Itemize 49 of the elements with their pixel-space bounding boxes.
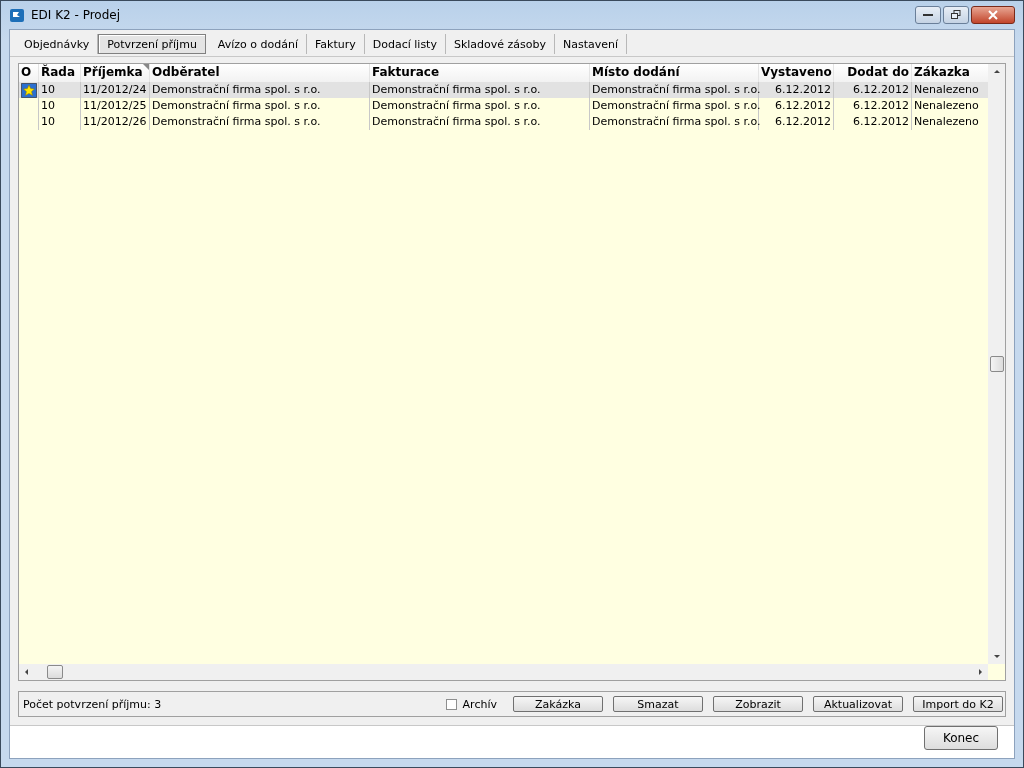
table-cell: 10 [39,82,81,98]
close-button[interactable] [971,6,1015,24]
table-cell: 6.12.2012 [759,82,834,98]
table-cell: 10 [39,98,81,114]
close-icon [988,10,998,20]
table-cell: Demonstrační firma spol. s r.o. [590,114,759,130]
archive-checkbox[interactable]: Archív [445,697,497,711]
table-cell: Demonstrační firma spol. s r.o. [370,82,590,98]
action-button[interactable]: Zobrazit [713,696,803,712]
table-cell: Demonstrační firma spol. s r.o. [370,114,590,130]
table-cell: 11/2012/25 [81,98,150,114]
action-button[interactable]: Aktualizovat [813,696,903,712]
tab[interactable]: Faktury [307,34,365,54]
app-icon [9,7,25,23]
table-cell: Demonstrační firma spol. s r.o. [370,98,590,114]
restore-icon [951,10,961,20]
minimize-icon [923,13,933,17]
table-cell: 6.12.2012 [759,114,834,130]
table-cell: 6.12.2012 [834,114,912,130]
star-icon [20,82,37,98]
tab[interactable]: Skladové zásoby [445,34,556,54]
tab[interactable]: Nastavení [555,34,628,54]
minimize-button[interactable] [915,6,941,24]
table-cell: Demonstrační firma spol. s r.o. [150,98,370,114]
table-cell: 10 [39,114,81,130]
close-window-button[interactable]: Konec [924,726,998,750]
tab[interactable]: Avízo o dodání [209,34,307,54]
sort-indicator-icon [143,64,149,70]
table-cell: 11/2012/24 [81,82,150,98]
horizontal-scrollbar[interactable] [19,664,988,680]
table-cell: 6.12.2012 [834,98,912,114]
restore-button[interactable] [943,6,969,24]
record-count: Počet potvrzení příjmu: 3 [23,697,162,711]
tab[interactable]: Dodací listy [364,34,446,54]
vertical-scrollbar[interactable] [988,64,1005,664]
table-cell: Demonstrační firma spol. s r.o. [150,114,370,130]
table-cell: Demonstrační firma spol. s r.o. [150,82,370,98]
action-button[interactable]: Zakázka [513,696,603,712]
table-cell: 6.12.2012 [759,98,834,114]
action-button[interactable]: Smazat [613,696,703,712]
table-cell: 11/2012/26 [81,114,150,130]
table-cell: Demonstrační firma spol. s r.o. [590,82,759,98]
tab[interactable]: Potvrzení příjmu [98,34,206,54]
scroll-thumb[interactable] [989,356,1004,372]
window-title: EDI K2 - Prodej [31,8,120,22]
table-cell: Demonstrační firma spol. s r.o. [590,98,759,114]
scroll-thumb[interactable] [47,665,63,679]
table-cell: 6.12.2012 [834,82,912,98]
action-button[interactable]: Import do K2 [913,696,1003,712]
